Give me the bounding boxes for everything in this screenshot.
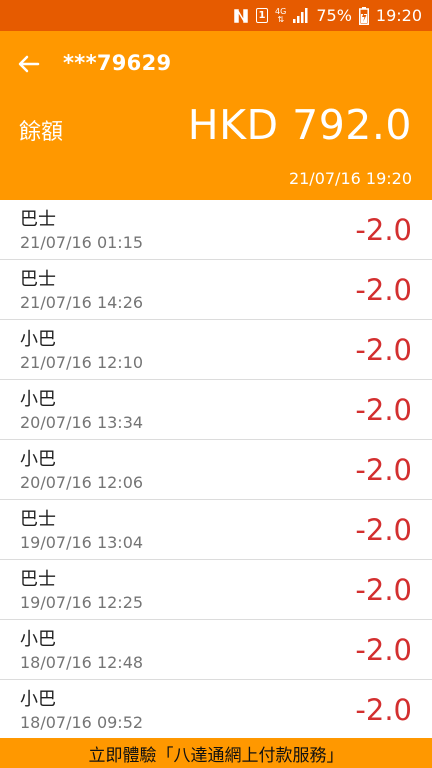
transaction-amount: -2.0 <box>355 453 412 487</box>
transaction-amount: -2.0 <box>355 573 412 607</box>
transaction-row[interactable]: 小巴 20/07/16 12:06 -2.0 <box>0 440 432 500</box>
transaction-type: 小巴 <box>20 629 56 650</box>
transaction-amount: -2.0 <box>355 213 412 247</box>
network-4g-icon: 4G ⇅ <box>275 7 286 24</box>
transaction-datetime: 21/07/16 14:26 <box>20 293 144 312</box>
transaction-row[interactable]: 巴士 19/07/16 12:25 -2.0 <box>0 560 432 620</box>
transaction-amount: -2.0 <box>355 273 412 307</box>
signal-icon <box>293 8 309 23</box>
transaction-amount: -2.0 <box>355 333 412 367</box>
promo-text: 立即體驗「八達通網上付款服務」 <box>88 745 344 766</box>
transaction-row[interactable]: 小巴 18/07/16 12:48 -2.0 <box>0 620 432 680</box>
network-arrows: ⇅ <box>277 14 285 24</box>
transaction-datetime: 20/07/16 13:34 <box>20 413 144 432</box>
transaction-type: 巴士 <box>20 509 56 530</box>
transaction-type: 小巴 <box>20 449 56 470</box>
account-number: ***79629 <box>63 51 172 75</box>
transaction-list: 巴士 21/07/16 01:15 -2.0 巴士 21/07/16 14:26… <box>0 200 432 740</box>
arrow-left-icon[interactable] <box>14 49 44 79</box>
transaction-datetime: 20/07/16 12:06 <box>20 473 144 492</box>
nfc-icon <box>233 8 249 24</box>
transaction-row[interactable]: 巴士 21/07/16 14:26 -2.0 <box>0 260 432 320</box>
transaction-type: 巴士 <box>20 569 56 590</box>
battery-percent: 75% <box>316 6 352 25</box>
status-bar: 1 4G ⇅ 75% 19:20 <box>0 0 432 31</box>
transaction-row[interactable]: 小巴 21/07/16 12:10 -2.0 <box>0 320 432 380</box>
transaction-datetime: 19/07/16 12:25 <box>20 593 144 612</box>
status-time: 19:20 <box>375 6 422 25</box>
battery-charging-icon <box>358 6 369 25</box>
balance-updated-time: 21/07/16 19:20 <box>288 169 412 188</box>
transaction-amount: -2.0 <box>355 633 412 667</box>
transaction-row[interactable]: 小巴 18/07/16 09:52 -2.0 <box>0 680 432 740</box>
promo-banner[interactable]: 立即體驗「八達通網上付款服務」 <box>0 738 432 768</box>
transaction-amount: -2.0 <box>355 693 412 727</box>
transaction-datetime: 19/07/16 13:04 <box>20 533 144 552</box>
transaction-type: 小巴 <box>20 329 56 350</box>
sim-icon: 1 <box>256 8 269 23</box>
transaction-type: 巴士 <box>20 209 56 230</box>
app-header: ***79629 餘額 HKD 792.0 21/07/16 19:20 <box>0 31 432 200</box>
transaction-amount: -2.0 <box>355 513 412 547</box>
transaction-amount: -2.0 <box>355 393 412 427</box>
transaction-type: 巴士 <box>20 269 56 290</box>
transaction-row[interactable]: 小巴 20/07/16 13:34 -2.0 <box>0 380 432 440</box>
transaction-row[interactable]: 巴士 19/07/16 13:04 -2.0 <box>0 500 432 560</box>
transaction-datetime: 21/07/16 01:15 <box>20 233 144 252</box>
status-icons: 1 4G ⇅ 75% 19:20 <box>233 0 422 31</box>
transaction-datetime: 18/07/16 12:48 <box>20 653 144 672</box>
balance-value: HKD 792.0 <box>187 101 412 149</box>
transaction-type: 小巴 <box>20 389 56 410</box>
transaction-row[interactable]: 巴士 21/07/16 01:15 -2.0 <box>0 200 432 260</box>
transaction-datetime: 21/07/16 12:10 <box>20 353 144 372</box>
transaction-type: 小巴 <box>20 689 56 710</box>
balance-label: 餘額 <box>19 120 64 145</box>
transaction-datetime: 18/07/16 09:52 <box>20 713 144 732</box>
